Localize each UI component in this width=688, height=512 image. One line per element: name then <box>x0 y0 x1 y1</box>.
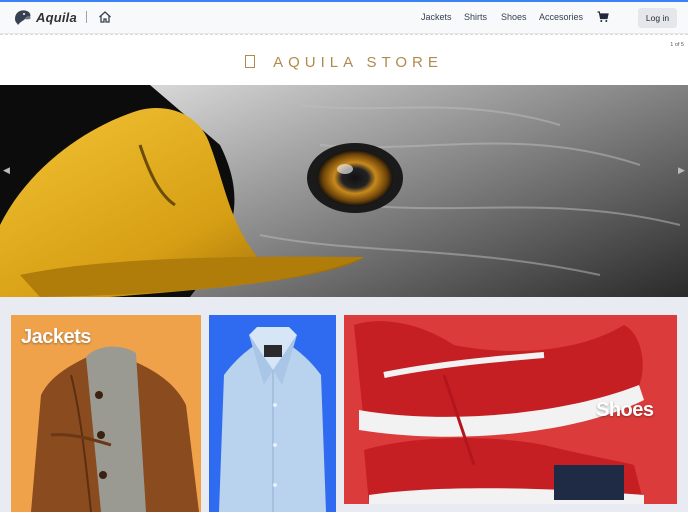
category-label-jackets: Jackets <box>21 326 91 348</box>
cart-icon[interactable] <box>597 11 609 23</box>
eagle-hero-image <box>0 85 688 297</box>
placeholder-glyph-icon <box>245 55 256 68</box>
nav-link-shoes[interactable]: Shoes <box>501 12 527 22</box>
slide-page-indicator: 1 of 5 <box>670 42 684 48</box>
login-button[interactable]: Log in <box>638 8 677 28</box>
navbar: Aquila Jackets Shirts Shoes Accesories L… <box>0 2 688 34</box>
nav-divider <box>86 11 87 23</box>
home-icon[interactable] <box>98 10 112 24</box>
category-card-shirts[interactable] <box>209 315 336 512</box>
hero-carousel[interactable]: ◀ ▶ <box>0 85 688 297</box>
nav-link-accesories[interactable]: Accesories <box>539 12 583 22</box>
chevron-right-icon[interactable]: ▶ <box>678 165 685 176</box>
chevron-left-icon[interactable]: ◀ <box>3 165 10 176</box>
category-card-shoes[interactable]: Shoes <box>344 315 677 504</box>
brand-name[interactable]: Aquila <box>36 10 77 25</box>
shirt-image <box>219 327 326 512</box>
nav-link-jackets[interactable]: Jackets <box>421 12 452 22</box>
nav-link-shirts[interactable]: Shirts <box>464 12 487 22</box>
category-label-shoes: Shoes <box>596 399 654 421</box>
store-title: AQUILA STORE <box>0 54 688 71</box>
category-card-jackets[interactable]: Jackets <box>11 315 201 512</box>
eagle-icon[interactable] <box>13 7 33 27</box>
store-title-text: AQUILA STORE <box>273 54 443 71</box>
store-title-bar: 1 of 5 AQUILA STORE <box>0 34 688 86</box>
